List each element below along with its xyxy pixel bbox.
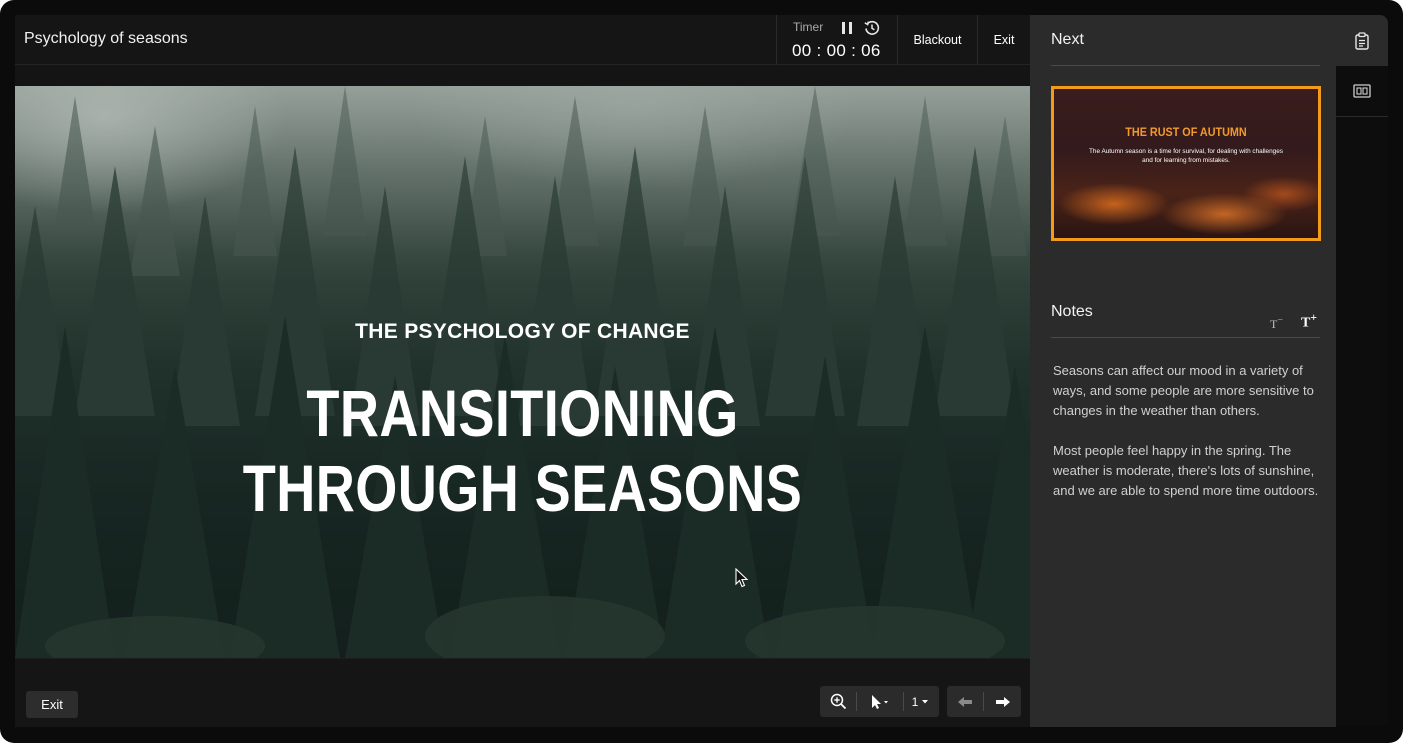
mouse-cursor-icon xyxy=(735,568,749,588)
increase-font-button[interactable]: T+ xyxy=(1301,311,1317,332)
bottom-toolbar: Exit 1 xyxy=(15,658,1030,727)
slide-tools: 1 xyxy=(820,686,939,717)
increase-font-label: T xyxy=(1301,315,1311,331)
window-frame: Psychology of seasons Timer 00 : 00 : 06… xyxy=(0,0,1403,743)
notes-heading: Notes xyxy=(1051,303,1093,320)
current-slide[interactable]: THE PSYCHOLOGY OF CHANGE TRANSITIONING T… xyxy=(15,86,1030,658)
pause-icon[interactable] xyxy=(839,20,855,36)
arrow-left-icon[interactable] xyxy=(947,686,983,717)
clipboard-icon xyxy=(1355,31,1369,50)
speaker-notes: Seasons can affect our mood in a variety… xyxy=(1053,361,1327,521)
timer-label: Timer xyxy=(793,20,824,34)
slide-subtitle: THE PSYCHOLOGY OF CHANGE xyxy=(355,320,690,343)
divider xyxy=(1051,337,1320,338)
note-paragraph: Most people feel happy in the spring. Th… xyxy=(1053,443,1319,498)
slides-icon xyxy=(1353,84,1371,98)
pen-size-dropdown[interactable]: 1 xyxy=(904,686,939,717)
note-paragraph: Seasons can affect our mood in a variety… xyxy=(1053,363,1314,418)
next-slide-body: The Autumn season is a time for survival… xyxy=(1089,148,1283,164)
divider xyxy=(1051,65,1320,66)
slide-navigation xyxy=(947,686,1021,717)
decrease-font-button[interactable]: T− xyxy=(1270,315,1283,332)
exit-button-bottom[interactable]: Exit xyxy=(26,691,78,718)
panel-tab-rail xyxy=(1336,15,1388,727)
side-panel: Next THE RUST OF AUTUMN The Autumn seaso… xyxy=(1030,15,1336,727)
arrow-right-icon[interactable] xyxy=(984,686,1021,717)
presentation-title: Psychology of seasons xyxy=(24,30,188,47)
next-slide-thumbnail[interactable]: THE RUST OF AUTUMN The Autumn season is … xyxy=(1051,86,1321,241)
presenter-view: Psychology of seasons Timer 00 : 00 : 06… xyxy=(15,15,1388,727)
tab-slides[interactable] xyxy=(1336,66,1388,117)
timer-value: 00 : 00 : 06 xyxy=(792,41,881,60)
pen-size-value: 1 xyxy=(911,694,919,709)
pointer-icon xyxy=(872,694,888,709)
next-heading: Next xyxy=(1051,31,1084,48)
exit-button-top[interactable]: Exit xyxy=(978,15,1030,65)
slide-title: TRANSITIONING THROUGH SEASONS xyxy=(242,376,803,525)
next-slide-title: THE RUST OF AUTUMN xyxy=(1125,125,1247,139)
chevron-down-icon xyxy=(922,699,929,703)
reset-timer-icon[interactable] xyxy=(863,19,881,37)
pointer-tool-dropdown[interactable] xyxy=(857,686,903,717)
zoom-in-icon[interactable] xyxy=(820,686,856,717)
timer: Timer 00 : 00 : 06 xyxy=(776,15,898,65)
blackout-button[interactable]: Blackout xyxy=(898,15,978,65)
tab-notes[interactable] xyxy=(1336,15,1388,66)
top-bar: Psychology of seasons Timer 00 : 00 : 06… xyxy=(15,15,1030,65)
forest-background-image xyxy=(15,86,1030,658)
